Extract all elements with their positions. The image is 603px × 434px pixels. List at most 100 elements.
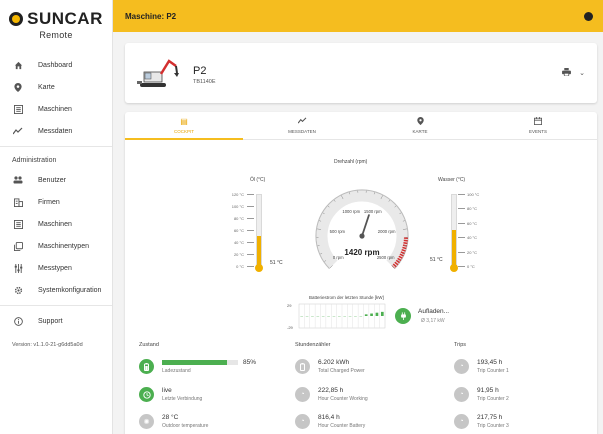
charge-progress-bar: [162, 360, 238, 365]
sidebar-item-label: Systemkonfiguration: [38, 286, 102, 294]
outdoor-temp-label: Outdoor temperature: [162, 423, 209, 429]
scale-tick: [458, 208, 465, 210]
rpm-needle-hub: [359, 233, 365, 239]
scale-tick: [247, 266, 254, 267]
rpm-label-500: 500 rpm: [330, 229, 346, 234]
connection-value: live: [162, 387, 172, 394]
battery-average: Ø 3,17 kW: [421, 318, 445, 324]
scale-tick: [247, 230, 254, 231]
scale-tick: [247, 242, 254, 243]
oil-temp-value: 51 °C: [270, 260, 283, 266]
rpm-label-2000: 2000 rpm: [378, 229, 396, 234]
battery-icon: [295, 359, 310, 374]
trip-counter-3-value: 217,75 h: [477, 414, 503, 421]
zustand-title: Zustand: [139, 342, 159, 348]
sidebar-item-benutzer[interactable]: Benutzer: [0, 169, 112, 191]
scale-tick-label: 80 °C: [467, 206, 478, 212]
battery-status: Aufladen...: [418, 308, 450, 315]
chart-ytick-max: 29: [287, 303, 292, 308]
speedometer-icon: ◔: [295, 387, 310, 402]
charge-percent: 85%: [243, 359, 257, 366]
water-temp-value: 51 °C: [430, 257, 443, 263]
tab-bar: ▤ COCKPIT MESSDATEN KARTE EVENTS: [125, 112, 597, 140]
chart-ytick-min: -29: [287, 325, 294, 330]
suncar-logo-icon: [9, 11, 24, 26]
connection-row: live Letzte Verbindung: [139, 387, 202, 402]
sidebar-item-dashboard[interactable]: Dashboard: [0, 54, 112, 76]
outdoor-temp-row: ✺ 28 °C Outdoor temperature: [139, 414, 208, 429]
chart-bar: [370, 313, 373, 316]
scale-tick: [458, 222, 465, 224]
total-charged-value: 6.202 kWh: [318, 359, 350, 366]
sidebar-item-maschinen[interactable]: Maschinen: [0, 98, 112, 120]
logo-brand: SUNCAR: [27, 8, 103, 28]
trips-title: Trips: [454, 342, 467, 348]
trip-row: ◔ 217,75 h Trip Counter 3: [454, 414, 509, 429]
sidebar: SUNCAR Remote Dashboard Karte Maschinen: [0, 0, 113, 434]
battery-icon: [139, 359, 154, 374]
tab-events[interactable]: EVENTS: [479, 112, 597, 139]
sidebar-item-firmen[interactable]: Firmen: [0, 191, 112, 213]
scale-tick: [458, 237, 465, 239]
tab-cockpit[interactable]: ▤ COCKPIT: [125, 112, 243, 140]
sidebar-item-messtypen[interactable]: Messtypen: [0, 257, 112, 279]
battery-chart-title: Batteriestrom der letzten Stunde [kW]: [309, 295, 384, 300]
oil-temp-fill: [257, 236, 261, 267]
rpm-label-0: 0 rpm: [333, 255, 344, 260]
page-title: Maschine: P2: [125, 11, 177, 21]
chevron-down-icon[interactable]: ⌄: [579, 69, 585, 77]
machine-model: TB1140E: [193, 79, 216, 85]
top-app-bar: Maschine: P2: [113, 0, 603, 32]
list-icon: [12, 218, 24, 230]
trip-row: ◔ 91,95 h Trip Counter 2: [454, 387, 509, 402]
map-pin-icon: [416, 117, 424, 126]
version-text: Version: v1.1.0-21-g6dd5a0d: [12, 342, 83, 348]
sun-icon: ✺: [139, 414, 154, 429]
scale-tick: [247, 218, 254, 219]
sidebar-item-label: Messtypen: [38, 264, 72, 272]
tab-label: EVENTS: [528, 129, 547, 134]
scale-tick-label: 100 °C: [231, 204, 244, 209]
nav-divider: [0, 146, 112, 147]
sidebar-item-messdaten[interactable]: Messdaten: [0, 120, 112, 142]
speedometer-icon: ◔: [454, 359, 469, 374]
tab-messdaten[interactable]: MESSDATEN: [243, 112, 361, 139]
charge-state-row: 85% Ladezustand: [139, 359, 256, 374]
counter-row: 6.202 kWh Total Charged Power: [295, 359, 365, 374]
tab-label: COCKPIT: [173, 129, 194, 134]
hour-counter-battery-label: Hour Counter Battery: [318, 423, 366, 429]
gear-icon: [12, 284, 24, 296]
tab-karte[interactable]: KARTE: [361, 112, 479, 139]
rpm-gauge-title: Drehzahl (rpm): [334, 159, 368, 165]
trend-icon: [297, 117, 307, 126]
scale-tick-label: 20 °C: [233, 252, 244, 257]
sidebar-item-label: Karte: [38, 83, 55, 91]
sidebar-item-admin-maschinen[interactable]: Maschinen: [0, 213, 112, 235]
sidebar-item-label: Dashboard: [38, 61, 73, 69]
clock-icon: [139, 387, 154, 402]
sidebar-item-support[interactable]: Support: [0, 310, 112, 332]
trip-counter-1-value: 193,45 h: [477, 359, 503, 366]
account-icon[interactable]: [584, 12, 593, 21]
trip-counter-3-label: Trip Counter 3: [477, 423, 509, 429]
trip-row: ◔ 193,45 h Trip Counter 1: [454, 359, 509, 374]
nav-section-administration: Administration: [12, 156, 57, 164]
print-icon[interactable]: [562, 68, 571, 76]
trend-icon: [12, 125, 24, 137]
rpm-label-2500: 2500 rpm: [377, 255, 395, 260]
info-icon: [12, 315, 24, 327]
logo[interactable]: SUNCAR Remote: [0, 0, 112, 48]
sidebar-item-systemkonfiguration[interactable]: Systemkonfiguration: [0, 279, 112, 301]
scale-tick-label: 40 °C: [467, 235, 478, 241]
scale-tick: [247, 194, 254, 195]
sidebar-item-label: Maschinen: [38, 105, 72, 113]
scale-tick-label: 40 °C: [233, 240, 244, 245]
sidebar-item-maschinentypen[interactable]: Maschinentypen: [0, 235, 112, 257]
speedometer-icon: ◔: [454, 414, 469, 429]
battery-current-chart: 29 -29: [287, 303, 386, 330]
trip-counter-1-label: Trip Counter 1: [477, 368, 509, 374]
charge-label: Ladezustand: [162, 368, 191, 374]
hour-counter-working-value: 222,85 h: [318, 387, 344, 394]
logo-subtitle: Remote: [39, 29, 73, 40]
sidebar-item-karte[interactable]: Karte: [0, 76, 112, 98]
